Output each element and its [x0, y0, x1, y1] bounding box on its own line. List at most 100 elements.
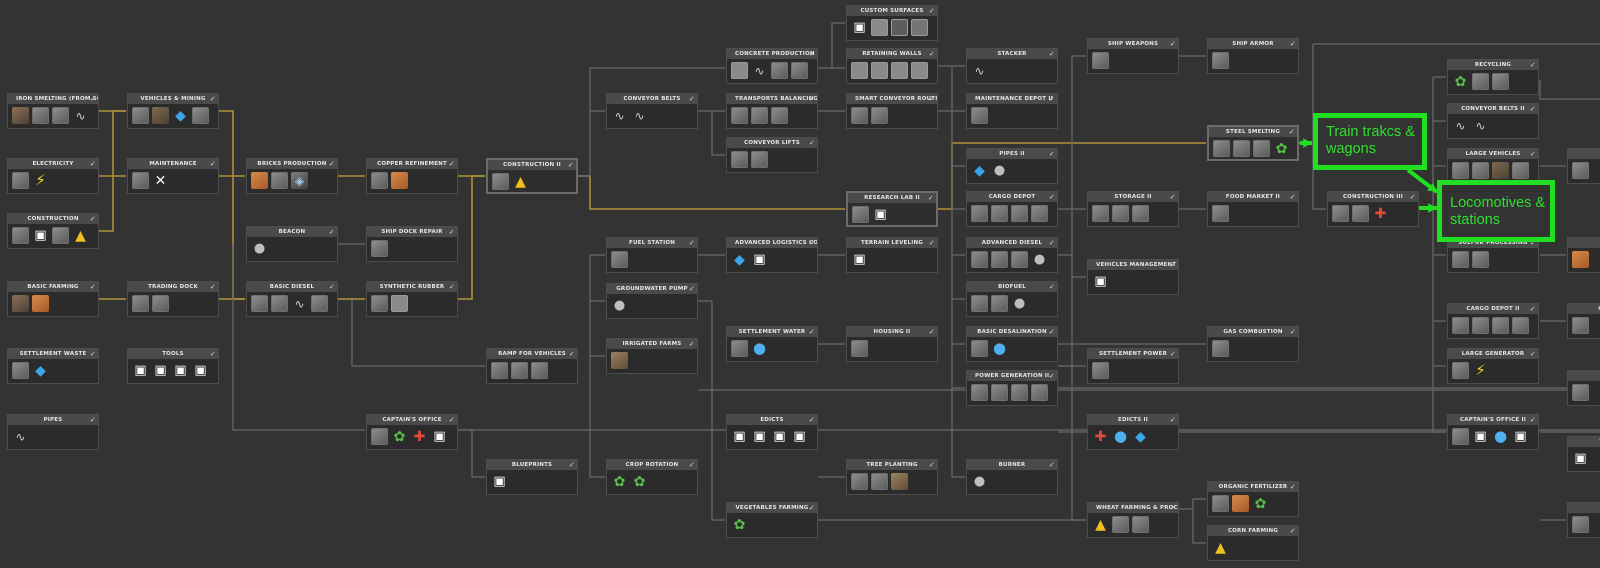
research-node-iron-smelting-from-scrap[interactable]: IRON SMELTING (FROM SCRAP)✓∿: [7, 93, 99, 129]
machine-icon[interactable]: [52, 227, 69, 244]
pipe-icon[interactable]: ∿: [611, 107, 628, 124]
machine-icon[interactable]: [771, 107, 788, 124]
research-node-settlement-waste[interactable]: SETTLEMENT WASTE ✓ ◆: [7, 348, 99, 384]
machine-icon[interactable]: [991, 251, 1008, 268]
research-node-basic-farming[interactable]: BASIC FARMING ✓: [7, 281, 99, 317]
machine-icon[interactable]: [271, 172, 288, 189]
blue-icon[interactable]: ◆: [731, 251, 748, 268]
green-icon[interactable]: ✿: [1452, 73, 1469, 90]
research-node-bricks-production[interactable]: BRICKS PRODUCTION ✓ ◈: [246, 158, 338, 194]
pipe-icon[interactable]: ∿: [971, 62, 988, 79]
machine-icon[interactable]: [971, 340, 988, 357]
yellow-icon[interactable]: ▲: [1092, 516, 1109, 533]
brick-icon[interactable]: [1572, 251, 1589, 268]
white-icon[interactable]: ▣: [1092, 273, 1109, 290]
research-node-research-lab-ii[interactable]: RESEARCH LAB II ✓ ▣: [846, 191, 938, 227]
machine-icon[interactable]: [991, 205, 1008, 222]
research-node-organic-fertilizer[interactable]: ORGANIC FERTILIZER ✓ ✿: [1207, 481, 1299, 517]
brick-icon[interactable]: [251, 172, 268, 189]
blue-icon[interactable]: ◆: [32, 362, 49, 379]
machine-icon[interactable]: [1011, 251, 1028, 268]
machine-icon[interactable]: [1213, 140, 1230, 157]
research-node-groundwater-pump[interactable]: GROUNDWATER PUMP ✓ ●: [606, 283, 698, 319]
white-icon[interactable]: ▣: [491, 473, 508, 490]
research-node-custom-surfaces[interactable]: CUSTOM SURFACES ✓ ▣: [846, 5, 938, 41]
research-node-conveyor-lifts[interactable]: CONVEYOR LIFTS ✓: [726, 137, 818, 173]
pipe-icon[interactable]: ∿: [291, 295, 308, 312]
white-icon[interactable]: ▣: [192, 362, 209, 379]
white-icon[interactable]: ▣: [32, 227, 49, 244]
research-node-construction-ii[interactable]: CONSTRUCTION II ✓ ▲: [486, 158, 578, 194]
research-node-housing-ii[interactable]: HOUSING II ✓: [846, 326, 938, 362]
white-icon[interactable]: ▣: [132, 362, 149, 379]
machine-icon[interactable]: [731, 151, 748, 168]
stone-icon[interactable]: [391, 295, 408, 312]
water-icon[interactable]: ●: [751, 340, 768, 357]
gear-icon[interactable]: ●: [991, 162, 1008, 179]
machine-icon[interactable]: [1352, 205, 1369, 222]
scrap-icon[interactable]: [12, 295, 29, 312]
research-node-maintenance[interactable]: MAINTENANCE ✓ ✕: [127, 158, 219, 194]
stone-icon[interactable]: [911, 19, 928, 36]
white-icon[interactable]: ▣: [872, 206, 889, 223]
research-node-food-market-ii[interactable]: FOOD MARKET II ✓: [1207, 191, 1299, 227]
yellow-icon[interactable]: ▲: [1212, 539, 1229, 556]
research-node-pipes[interactable]: PIPES ✓ ∿: [7, 414, 99, 450]
white-icon[interactable]: ▣: [1512, 428, 1529, 445]
research-node-settlement-water[interactable]: SETTLEMENT WATER ✓ ●: [726, 326, 818, 362]
machine-icon[interactable]: [771, 62, 788, 79]
research-node-vehicles-management-ii[interactable]: VEHICLES MANAGEMENT II ✓ ▣: [1087, 259, 1179, 295]
research-node-cargo-depot[interactable]: CARGO DEPOT ✓: [966, 191, 1058, 227]
gear-icon[interactable]: ●: [611, 297, 628, 314]
research-node-retaining-walls[interactable]: RETAINING WALLS ✓: [846, 48, 938, 84]
machine-icon[interactable]: [851, 340, 868, 357]
research-node-burner[interactable]: BURNER ✓ ●: [966, 459, 1058, 495]
research-node-tree-planting[interactable]: TREE PLANTING ✓: [846, 459, 938, 495]
research-node-coppe[interactable]: COPPE✓: [1567, 237, 1600, 273]
research-node-wheat-farming-processing[interactable]: WHEAT FARMING & PROCESSING✓ ▲: [1087, 502, 1179, 538]
truck-icon[interactable]: [1492, 162, 1509, 179]
research-node-wat[interactable]: WAT✓: [1567, 370, 1600, 406]
research-node-advanced-logistics-control[interactable]: ADVANCED LOGISTICS CONTROL✓◆▣: [726, 237, 818, 273]
machine-icon[interactable]: [1233, 140, 1250, 157]
research-node-chemica[interactable]: CHEMICA✓: [1567, 303, 1600, 339]
machine-icon[interactable]: [371, 172, 388, 189]
crate-icon[interactable]: [611, 352, 628, 369]
research-node-trading-dock[interactable]: TRADING DOCK ✓: [127, 281, 219, 317]
water-icon[interactable]: ●: [991, 340, 1008, 357]
research-node-fuel-station[interactable]: FUEL STATION ✓: [606, 237, 698, 273]
machine-icon[interactable]: [971, 384, 988, 401]
machine-icon[interactable]: [491, 362, 508, 379]
machine-icon[interactable]: [1492, 317, 1509, 334]
green-icon[interactable]: ✿: [1252, 495, 1269, 512]
research-node-ship-weapons[interactable]: SHIP WEAPONS ✓: [1087, 38, 1179, 74]
machine-icon[interactable]: [991, 295, 1008, 312]
machine-icon[interactable]: [1472, 251, 1489, 268]
machine-icon[interactable]: [1572, 384, 1589, 401]
machine-icon[interactable]: [851, 107, 868, 124]
stone-icon[interactable]: [871, 62, 888, 79]
research-node-storage-ii[interactable]: STORAGE II ✓: [1087, 191, 1179, 227]
machine-icon[interactable]: [751, 151, 768, 168]
gear-icon[interactable]: ●: [1011, 295, 1028, 312]
pipe-icon[interactable]: ∿: [1452, 117, 1469, 134]
research-node-basic-desalination[interactable]: BASIC DESALINATION ✓ ●: [966, 326, 1058, 362]
machine-icon[interactable]: [12, 172, 29, 189]
research-node-corn-farming[interactable]: CORN FARMING ✓ ▲: [1207, 525, 1299, 561]
research-node-maintenance-depot-ii[interactable]: MAINTENANCE DEPOT II ✓: [966, 93, 1058, 129]
machine-icon[interactable]: [1031, 205, 1048, 222]
water-icon[interactable]: ●: [1112, 428, 1129, 445]
research-node-construction-iii[interactable]: CONSTRUCTION III ✓ ✚: [1327, 191, 1419, 227]
blue-icon[interactable]: ◆: [971, 162, 988, 179]
machine-icon[interactable]: [751, 107, 768, 124]
stone-icon[interactable]: [911, 62, 928, 79]
machine-icon[interactable]: [871, 473, 888, 490]
machine-icon[interactable]: [271, 295, 288, 312]
research-node-crop-rotation[interactable]: CROP ROTATION ✓ ✿ ✿: [606, 459, 698, 495]
machine-icon[interactable]: [1572, 516, 1589, 533]
pipe-icon[interactable]: ∿: [1472, 117, 1489, 134]
gear-icon[interactable]: ●: [1031, 251, 1048, 268]
machine-icon[interactable]: [731, 107, 748, 124]
red-icon[interactable]: ✚: [1372, 205, 1389, 222]
machine-icon[interactable]: [1512, 162, 1529, 179]
